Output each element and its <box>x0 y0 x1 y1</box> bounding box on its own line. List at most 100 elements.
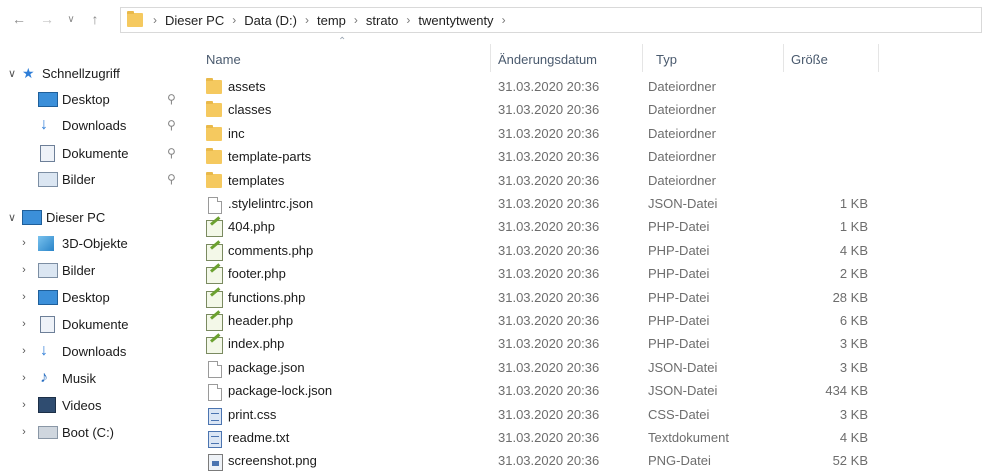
file-size: 434 KB <box>825 383 868 399</box>
text-file-icon <box>208 431 222 448</box>
table-row[interactable]: screenshot.png 31.03.2020 20:36 PNG-Datei 5… <box>198 450 978 473</box>
table-row[interactable]: readme.txt 31.03.2020 20:36 Textdokument 4 … <box>198 427 978 450</box>
sidebar-item-videos[interactable]: › Videos <box>0 392 190 418</box>
chevron-down-icon[interactable]: ∨ <box>6 211 18 224</box>
sidebar-item-documents[interactable]: › Dokumente <box>0 311 190 337</box>
table-row[interactable]: 404.php 31.03.2020 20:36 PHP-Datei 1 KB <box>198 216 978 239</box>
chevron-right-icon[interactable]: › <box>18 345 30 357</box>
breadcrumb-item[interactable]: Data (D:) <box>244 13 297 28</box>
recent-locations-chevron-icon[interactable]: ∨ <box>62 10 80 28</box>
breadcrumb-separator-icon[interactable]: › <box>305 13 309 27</box>
file-type: PHP-Datei <box>648 219 710 235</box>
documents-icon <box>40 144 55 162</box>
column-header-type[interactable]: Typ <box>656 52 677 67</box>
back-icon[interactable]: ← <box>10 10 28 28</box>
sidebar-item-label: Dokumente <box>62 145 129 161</box>
image-file-icon <box>208 454 223 472</box>
column-header-name[interactable]: Name <box>206 52 241 67</box>
folder-icon <box>206 148 222 165</box>
table-row[interactable]: package-lock.json 31.03.2020 20:36 JSON-Da… <box>198 380 978 403</box>
breadcrumb-item[interactable]: temp <box>317 13 346 28</box>
sidebar-item-pictures[interactable]: Bilder ⚲ <box>0 166 190 192</box>
sidebar-item-desktop[interactable]: › Desktop <box>0 284 190 310</box>
pin-icon[interactable]: ⚲ <box>167 92 176 106</box>
file-date: 31.03.2020 20:36 <box>498 219 600 235</box>
table-row[interactable]: print.css 31.03.2020 20:36 CSS-Datei 3 KB <box>198 404 978 427</box>
table-row[interactable]: inc 31.03.2020 20:36 Dateiordner <box>198 123 978 146</box>
column-header-date[interactable]: Änderungsdatum <box>498 52 597 67</box>
file-name: package-lock.json <box>228 383 333 399</box>
breadcrumb-separator-icon[interactable]: › <box>153 13 157 27</box>
up-icon[interactable]: ↑ <box>86 10 104 28</box>
chevron-right-icon[interactable]: › <box>18 426 30 438</box>
table-row[interactable]: assets 31.03.2020 20:36 Dateiordner <box>198 76 978 99</box>
chevron-right-icon[interactable]: › <box>18 291 30 303</box>
breadcrumb-item[interactable]: twentytwenty <box>418 13 493 28</box>
pin-icon[interactable]: ⚲ <box>167 172 176 186</box>
sidebar-item-3d-objects[interactable]: › 3D-Objekte <box>0 230 190 256</box>
breadcrumb-separator-icon[interactable]: › <box>406 13 410 27</box>
php-file-icon <box>206 337 223 355</box>
file-name: .stylelintrc.json <box>228 196 314 211</box>
file-date: 31.03.2020 20:36 <box>498 359 600 375</box>
pictures-icon <box>38 171 58 187</box>
table-row[interactable]: comments.php 31.03.2020 20:36 PHP-Datei 4 K… <box>198 240 978 263</box>
table-row[interactable]: footer.php 31.03.2020 20:36 PHP-Datei 2 KB <box>198 263 978 286</box>
file-type: Dateiordner <box>648 125 716 141</box>
chevron-right-icon[interactable]: › <box>18 237 30 249</box>
file-type: Dateiordner <box>648 102 716 118</box>
chevron-right-icon[interactable]: › <box>18 318 30 330</box>
breadcrumb-item[interactable]: strato <box>366 13 399 28</box>
breadcrumb-separator-icon[interactable]: › <box>232 13 236 27</box>
sidebar-item-documents[interactable]: Dokumente ⚲ <box>0 140 190 166</box>
table-row[interactable]: header.php 31.03.2020 20:36 PHP-Datei 6 KB <box>198 310 978 333</box>
sidebar-item-label: Bilder <box>62 262 96 278</box>
table-row[interactable]: functions.php 31.03.2020 20:36 PHP-Datei 28… <box>198 287 978 310</box>
sidebar-item-this-pc[interactable]: ∨ Dieser PC <box>0 204 190 230</box>
breadcrumb-separator-icon[interactable]: › <box>354 13 358 27</box>
documents-icon <box>40 315 55 333</box>
pin-icon[interactable]: ⚲ <box>167 146 176 160</box>
file-size: 4 KB <box>839 242 868 258</box>
file-date: 31.03.2020 20:36 <box>498 336 600 352</box>
music-icon: ♪ <box>40 369 48 386</box>
sidebar-item-quick-access[interactable]: ∨ ★ Schnellzugriff <box>0 60 190 86</box>
table-row[interactable]: index.php 31.03.2020 20:36 PHP-Datei 3 KB <box>198 333 978 356</box>
table-row[interactable]: .stylelintrc.json 31.03.2020 20:36 JSON-Da… <box>198 193 978 216</box>
pin-icon[interactable]: ⚲ <box>167 118 176 132</box>
column-divider[interactable] <box>642 44 643 72</box>
sidebar-item-boot-drive[interactable]: › Boot (C:) <box>0 419 190 445</box>
php-file-icon <box>206 267 223 285</box>
download-icon: ↓ <box>40 342 48 359</box>
sidebar-item-music[interactable]: › ♪ Musik <box>0 365 190 391</box>
chevron-right-icon[interactable]: › <box>18 399 30 411</box>
forward-icon[interactable]: → <box>38 10 56 28</box>
sidebar-item-label: Desktop <box>62 91 110 107</box>
sidebar-item-label: Dokumente <box>62 316 129 332</box>
table-row[interactable]: templates 31.03.2020 20:36 Dateiordner <box>198 170 978 193</box>
file-name: 404.php <box>228 219 275 235</box>
table-row[interactable]: classes 31.03.2020 20:36 Dateiordner <box>198 99 978 122</box>
file-date: 31.03.2020 20:36 <box>498 149 600 165</box>
table-row[interactable]: template-parts 31.03.2020 20:36 Dateiordne… <box>198 146 978 169</box>
sidebar-item-pictures[interactable]: › Bilder <box>0 257 190 283</box>
column-header-size[interactable]: Größe <box>791 52 828 67</box>
folder-icon <box>206 171 222 188</box>
breadcrumb-item[interactable]: Dieser PC <box>165 13 224 28</box>
breadcrumb-separator-icon[interactable]: › <box>502 13 506 27</box>
table-row[interactable]: package.json 31.03.2020 20:36 JSON-Datei 3 … <box>198 357 978 380</box>
chevron-right-icon[interactable]: › <box>18 264 30 276</box>
chevron-right-icon[interactable]: › <box>18 372 30 384</box>
sidebar-item-label: Boot (C:) <box>62 424 115 440</box>
column-divider[interactable] <box>783 44 784 72</box>
file-size: 28 KB <box>832 289 868 305</box>
address-bar[interactable]: › Dieser PC › Data (D:) › temp › strato … <box>120 7 982 33</box>
column-divider[interactable] <box>490 44 491 72</box>
chevron-down-icon[interactable]: ∨ <box>6 67 18 80</box>
sidebar-item-desktop[interactable]: Desktop ⚲ <box>0 86 190 112</box>
sidebar-item-downloads[interactable]: › ↓ Downloads <box>0 338 190 364</box>
file-date: 31.03.2020 20:36 <box>498 266 600 282</box>
sidebar-item-downloads[interactable]: ↓ Downloads ⚲ <box>0 112 190 138</box>
file-list: ⌃ Name Änderungsdatum Typ Größe assets 31… <box>198 36 1000 473</box>
column-divider[interactable] <box>878 44 879 72</box>
